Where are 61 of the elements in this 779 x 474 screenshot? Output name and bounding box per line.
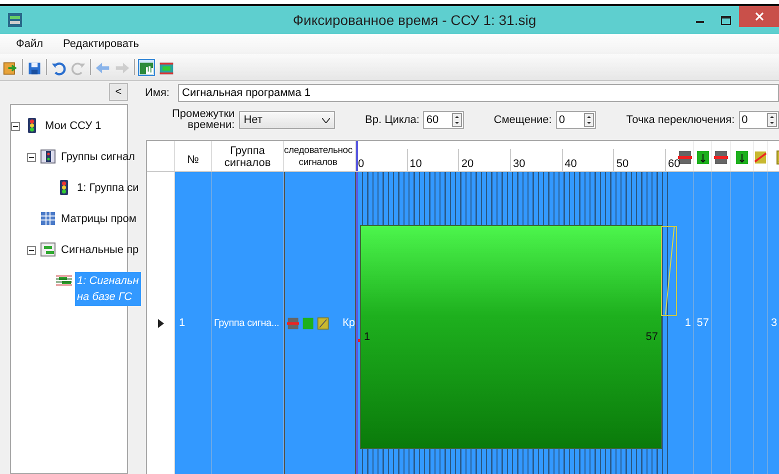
- tree-node-icon: [40, 148, 56, 165]
- column-header: №: [175, 141, 212, 171]
- chevron-down-icon: [322, 118, 330, 122]
- scale-label: 50: [613, 149, 629, 171]
- table-cell: 1: [684, 317, 691, 329]
- app-icon: [8, 13, 22, 27]
- go-signal-icon: [696, 150, 710, 165]
- phase-start-label: 1: [364, 331, 370, 343]
- maximize-icon: [721, 16, 731, 24]
- number-spinner[interactable]: 0: [556, 111, 596, 129]
- collapse-panel-button[interactable]: <: [109, 83, 128, 101]
- table-cell: 57: [696, 317, 709, 329]
- phase-bar[interactable]: 1 57: [361, 226, 661, 448]
- caution-signal-icon: [754, 150, 767, 165]
- stop-signal-icon: [287, 316, 300, 330]
- stop-signal-icon: [678, 150, 692, 165]
- collapse-icon[interactable]: [27, 246, 36, 255]
- column-header: Группа сигналов: [212, 141, 284, 171]
- toolbar-hand-button[interactable]: [138, 58, 155, 76]
- tree-item[interactable]: Матрицы пром: [59, 210, 138, 228]
- name-label: Имя:: [144, 87, 170, 99]
- number-spinner[interactable]: 0: [738, 111, 779, 129]
- table-cell: 3: [771, 317, 778, 329]
- tree-item[interactable]: 1: Группа си: [75, 179, 141, 197]
- spinner-label: Точка переключения:: [626, 114, 735, 126]
- intervals-label: Промежутки времени:: [172, 109, 235, 131]
- phase-end-label: 57: [646, 331, 658, 343]
- spinner-label: Вр. Цикла:: [365, 114, 420, 126]
- tree-node-icon: [40, 241, 56, 258]
- menu-item[interactable]: Редактировать: [55, 38, 148, 50]
- table-cell-text: 1: [178, 317, 186, 329]
- table-cell-text: Группа сигна...: [213, 318, 280, 328]
- spinner-arrows-icon[interactable]: [452, 113, 462, 127]
- close-icon: [754, 12, 764, 21]
- go-signal-icon: [735, 150, 749, 165]
- tree-node-icon: [40, 210, 56, 227]
- number-spinner[interactable]: 60: [423, 111, 464, 129]
- menu-item[interactable]: Файл: [8, 38, 52, 50]
- collapse-icon[interactable]: [11, 122, 20, 131]
- caution-signal-icon: [317, 316, 330, 330]
- go-signal-icon: [302, 316, 314, 330]
- column-header: следовательнос сигналов: [284, 141, 356, 171]
- spinner-arrows-icon[interactable]: [767, 113, 778, 127]
- scale-label: 0: [358, 157, 364, 171]
- stop-signal-icon: [714, 150, 728, 165]
- tree-item[interactable]: Мои ССУ 1: [43, 117, 104, 135]
- spinner-arrows-icon[interactable]: [584, 113, 594, 127]
- spinner-label: Смещение:: [494, 114, 552, 126]
- name-field[interactable]: Сигнальная программа 1: [178, 84, 779, 102]
- scale-label: 40: [562, 149, 577, 171]
- window-title: Фиксированное время - ССУ 1: 31.sig: [292, 12, 538, 28]
- scale-label: 30: [510, 149, 526, 171]
- scale-label: 10: [406, 149, 422, 171]
- collapse-icon[interactable]: [27, 153, 36, 162]
- intervals-dropdown[interactable]: Нет: [238, 111, 336, 129]
- scale-label: 20: [458, 149, 474, 171]
- row-pointer-icon: [158, 318, 164, 328]
- tree-item[interactable]: Группы сигнал: [59, 148, 137, 166]
- tree-item[interactable]: Сигнальные пр: [59, 241, 141, 259]
- table-cell: Кр: [342, 317, 355, 329]
- close-button[interactable]: [739, 6, 779, 27]
